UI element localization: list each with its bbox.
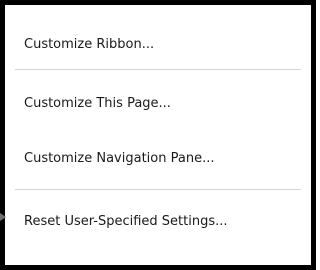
menu-separator: [15, 189, 301, 190]
menu-item-customize-ribbon[interactable]: Customize Ribbon...: [5, 28, 311, 62]
menu-item-customize-navigation-pane[interactable]: Customize Navigation Pane...: [5, 142, 311, 176]
menu-separator: [15, 69, 301, 70]
menu-item-reset-user-specified-settings[interactable]: Reset User-Specified Settings...: [5, 205, 311, 239]
menu-item-customize-this-page[interactable]: Customize This Page...: [5, 87, 311, 121]
submenu-pointer-icon: [0, 213, 6, 221]
context-menu-frame: Customize Ribbon... Customize This Page.…: [0, 0, 316, 270]
customize-menu: Customize Ribbon... Customize This Page.…: [5, 5, 311, 265]
